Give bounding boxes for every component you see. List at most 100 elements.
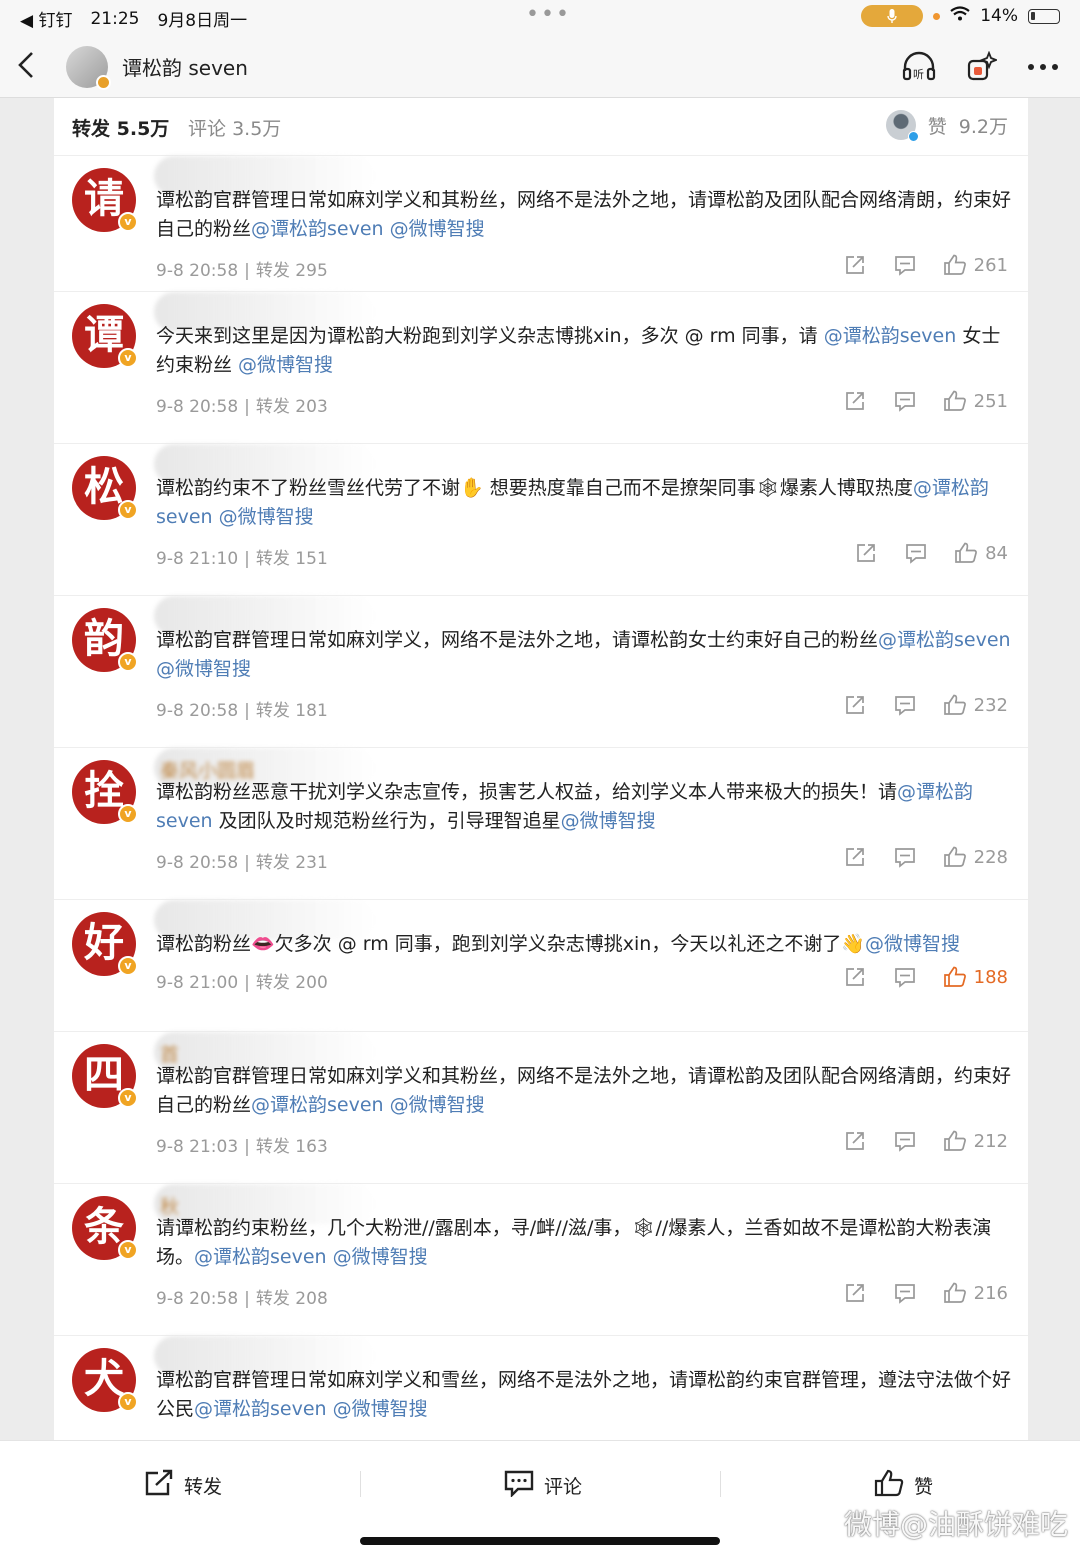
mention-link[interactable]: @谭松韵seven — [194, 1246, 327, 1268]
comment-icon[interactable] — [892, 964, 918, 990]
status-time: 21:25 — [90, 8, 140, 29]
repost-item[interactable]: 谭 v 今天来到这里是因为谭松韵大粉跑到刘学义杂志博挑xin，多次 @ rm 同事，… — [54, 292, 1028, 444]
multitask-dots-icon[interactable]: ••• — [526, 4, 571, 26]
home-indicator[interactable] — [360, 1537, 720, 1545]
share-icon[interactable] — [842, 388, 868, 414]
bottom-comment-button[interactable]: 评论 — [504, 1469, 582, 1502]
repost-item[interactable]: 韵 v 谭松韵官群管理日常如麻刘学义，网络不是法外之地，请谭松韵女士约束好自己的粉丝… — [54, 596, 1028, 748]
tab-likes[interactable]: 赞 9.2万 — [885, 110, 1008, 142]
repost-actions: 251 — [818, 388, 1008, 414]
like-count: 216 — [973, 1282, 1008, 1304]
repost-icon — [144, 1469, 174, 1502]
tab-repost[interactable]: 转发 5.5万 — [72, 114, 169, 141]
repost-item[interactable]: 请 v 谭松韵官群管理日常如麻刘学义和其粉丝，网络不是法外之地，请谭松韵及团队配合网… — [54, 156, 1028, 292]
comment-icon[interactable] — [892, 388, 918, 414]
tab-comment[interactable]: 评论 3.5万 — [188, 114, 281, 141]
bottom-comment-label: 评论 — [544, 1476, 583, 1498]
share-icon[interactable] — [842, 1128, 868, 1154]
repost-item[interactable]: 拴 v 秦风小圆眉 谭松韵粉丝恶意干扰刘学义杂志宣传，损害艺人权益，给刘学义本人带来极… — [54, 748, 1028, 900]
user-avatar[interactable]: 请v — [72, 168, 138, 232]
mention-link[interactable]: @谭松韵seven — [251, 1094, 384, 1116]
repost-time: 9-8 20:58 — [156, 1289, 239, 1309]
mention-link[interactable]: @谭松韵seven — [878, 629, 1011, 651]
share-icon[interactable] — [842, 964, 868, 990]
share-icon[interactable] — [853, 540, 879, 566]
user-avatar[interactable]: 好v — [72, 912, 138, 976]
comment-icon[interactable] — [892, 1280, 918, 1306]
like-count: 84 — [985, 542, 1008, 564]
user-avatar[interactable]: 韵v — [72, 608, 138, 672]
tab-repost-count: 5.5万 — [116, 118, 170, 140]
repost-item[interactable]: 松 v 谭松韵约束不了粉丝雪丝代劳了不谢✋ 想要热度靠自己而不是撩架同事🕸爆素人博取… — [54, 444, 1028, 596]
mention-link[interactable]: @微博智搜 — [238, 354, 333, 376]
user-avatar[interactable]: 拴v — [72, 760, 138, 824]
wifi-icon — [950, 6, 970, 26]
like-icon[interactable] — [942, 844, 968, 870]
text-segment: 谭松韵官群管理日常如麻刘学义，网络不是法外之地，请谭松韵女士约束好自己的粉丝 — [156, 629, 879, 651]
like-icon[interactable] — [942, 1280, 968, 1306]
repost-item[interactable]: 好 v 谭松韵粉丝👄欠多次 @ rm 同事，跑到刘学义杂志博挑xin，今天以礼还之不… — [54, 900, 1028, 1032]
mention-link[interactable]: @谭松韵seven — [251, 218, 384, 240]
bottom-repost-button[interactable]: 转发 — [144, 1469, 222, 1502]
share-icon[interactable] — [842, 252, 868, 278]
avatar-character: 松 — [84, 463, 124, 510]
mention-link[interactable]: @谭松韵seven — [824, 325, 957, 347]
bottom-repost-label: 转发 — [184, 1476, 223, 1498]
mention-link[interactable]: @微博智搜 — [390, 1094, 485, 1116]
share-icon[interactable] — [842, 844, 868, 870]
share-icon[interactable] — [842, 1280, 868, 1306]
battery-percent: 14% — [980, 6, 1018, 26]
verified-badge-icon: v — [118, 1240, 138, 1260]
mention-link[interactable]: @谭松韵seven — [194, 1398, 327, 1420]
mention-link[interactable]: @微博智搜 — [333, 1398, 428, 1420]
verified-badge-icon: v — [118, 1392, 138, 1412]
listen-headphones-icon[interactable]: 听 — [900, 48, 938, 86]
share-icon[interactable] — [842, 692, 868, 718]
mention-link[interactable]: @微博智搜 — [390, 218, 485, 240]
repost-meta: 9-8 20:58 | 转发 231 — [156, 848, 328, 873]
user-avatar[interactable]: 犬v — [72, 1348, 138, 1412]
repost-item[interactable]: 四 v 首谭松韵官群管理日常如麻刘学义和其粉丝，网络不是法外之地，请谭松韵及团队配合… — [54, 1032, 1028, 1184]
like-icon[interactable] — [942, 388, 968, 414]
like-icon[interactable] — [942, 692, 968, 718]
like-count: 228 — [973, 846, 1008, 868]
mention-link[interactable]: @微博智搜 — [865, 933, 960, 955]
back-to-app-label[interactable]: ◀ 钉钉 — [20, 6, 72, 31]
ai-assist-icon[interactable] — [962, 48, 1000, 86]
like-icon[interactable] — [942, 252, 968, 278]
repost-count: 转发 200 — [255, 973, 328, 993]
comment-icon[interactable] — [903, 540, 929, 566]
back-arrow-icon[interactable] — [14, 50, 44, 82]
mention-link[interactable]: @微博智搜 — [156, 658, 251, 680]
repost-actions: 261 — [818, 252, 1008, 278]
comment-icon[interactable] — [892, 1128, 918, 1154]
bottom-like-button[interactable]: 赞 — [874, 1469, 933, 1502]
author-avatar[interactable] — [66, 46, 111, 90]
like-icon[interactable] — [942, 964, 968, 990]
mention-link[interactable]: @微博智搜 — [333, 1246, 428, 1268]
comment-icon[interactable] — [892, 692, 918, 718]
like-icon[interactable] — [942, 1128, 968, 1154]
verified-badge-icon: v — [118, 804, 138, 824]
repost-count: 转发 151 — [255, 549, 328, 569]
repost-count: 转发 181 — [255, 701, 328, 721]
avatar-character: 韵 — [84, 615, 124, 662]
user-avatar[interactable]: 四v — [72, 1044, 138, 1108]
user-avatar[interactable]: 条v — [72, 1196, 138, 1260]
user-avatar[interactable]: 谭v — [72, 304, 138, 368]
repost-item[interactable]: 犬 v 谭松韵官群管理日常如麻刘学义和雪丝，网络不是法外之地，请谭松韵约束官群管理，… — [54, 1336, 1028, 1440]
comment-icon[interactable] — [892, 252, 918, 278]
svg-text:听: 听 — [913, 68, 924, 81]
mention-link[interactable]: @微博智搜 — [561, 810, 656, 832]
like-count: 188 — [973, 966, 1008, 988]
user-avatar[interactable]: 松v — [72, 456, 138, 520]
like-icon[interactable] — [953, 540, 979, 566]
mention-link[interactable]: @微博智搜 — [219, 506, 314, 528]
repost-time: 9-8 21:10 — [156, 549, 239, 569]
repost-item[interactable]: 条 v 秋请谭松韵约束粉丝，几个大粉泄//露剧本，寻/衅//滋/事，🕸//爆素人，兰… — [54, 1184, 1028, 1336]
comment-icon[interactable] — [892, 844, 918, 870]
more-options-icon[interactable] — [1024, 48, 1062, 86]
divider — [360, 1471, 361, 1497]
meta-separator: | — [244, 701, 250, 721]
repost-actions: 216 — [818, 1280, 1008, 1306]
